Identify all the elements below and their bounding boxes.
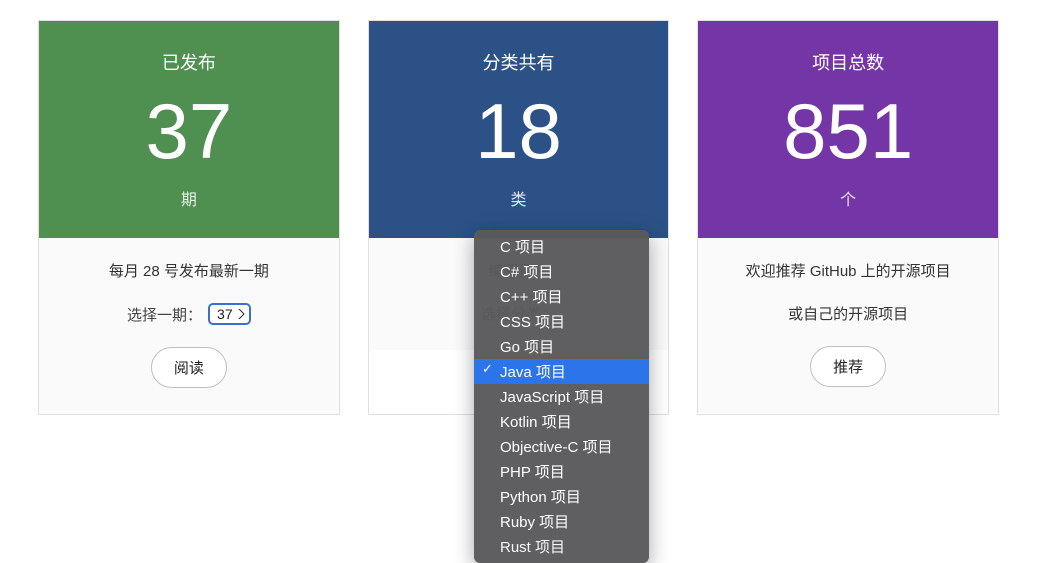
card-projects-body: 欢迎推荐 GitHub 上的开源项目 或自己的开源项目 推荐 [698,238,998,413]
card-projects-unit: 个 [840,186,856,210]
dropdown-option[interactable]: Rust 项目 [474,534,649,559]
card-categories-number: 18 [475,81,562,182]
card-projects-number: 851 [783,81,913,182]
card-published-body: 每月 28 号发布最新一期 选择一期： 37 阅读 [39,238,339,414]
dropdown-option[interactable]: Go 项目 [474,334,649,359]
card-projects: 项目总数 851 个 欢迎推荐 GitHub 上的开源项目 或自己的开源项目 推… [697,20,999,415]
dropdown-option[interactable]: Java 项目 [474,359,649,384]
dropdown-option[interactable]: JavaScript 项目 [474,384,649,409]
category-dropdown[interactable]: C 项目C# 项目C++ 项目CSS 项目Go 项目Java 项目JavaScr… [474,230,649,563]
dropdown-option[interactable]: Ruby 项目 [474,509,649,534]
dropdown-option[interactable]: C# 项目 [474,259,649,284]
read-button[interactable]: 阅读 [151,347,227,388]
card-published-header: 已发布 37 期 [39,21,339,238]
recommend-button[interactable]: 推荐 [810,346,886,387]
card-projects-subtext: 欢迎推荐 GitHub 上的开源项目 [746,260,951,281]
issue-select-label: 选择一期： [127,304,202,325]
dropdown-option[interactable]: Objective-C 项目 [474,434,649,459]
card-published-unit: 期 [181,186,197,210]
card-projects-header: 项目总数 851 个 [698,21,998,238]
issue-select[interactable]: 37 [208,303,251,325]
card-published: 已发布 37 期 每月 28 号发布最新一期 选择一期： 37 阅读 [38,20,340,415]
dropdown-option[interactable]: Kotlin 项目 [474,409,649,434]
card-projects-title: 项目总数 [812,49,884,75]
card-categories-title: 分类共有 [483,49,555,75]
dropdown-option[interactable]: C++ 项目 [474,284,649,309]
card-categories-header: 分类共有 18 类 [369,21,669,238]
card-published-number: 37 [145,81,232,182]
card-published-title: 已发布 [162,49,216,75]
card-categories-unit: 类 [511,186,527,210]
card-projects-subtext2: 或自己的开源项目 [788,303,908,324]
card-published-subtext: 每月 28 号发布最新一期 [109,260,269,281]
dropdown-option[interactable]: Python 项目 [474,484,649,509]
issue-select-row: 选择一期： 37 [127,303,251,325]
dropdown-option[interactable]: C 项目 [474,234,649,259]
dropdown-option[interactable]: CSS 项目 [474,309,649,334]
dropdown-option[interactable]: PHP 项目 [474,459,649,484]
